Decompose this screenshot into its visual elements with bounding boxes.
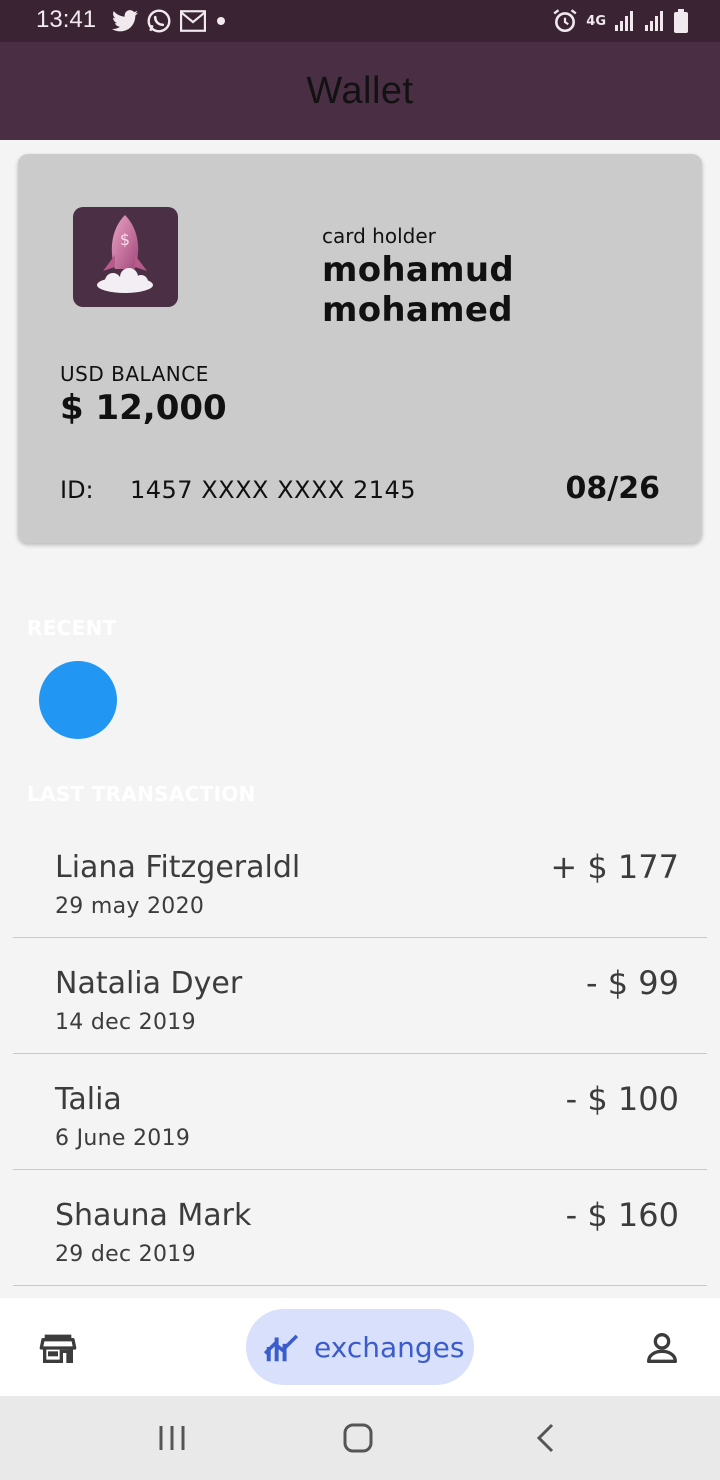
exchanges-chart-icon (263, 1334, 299, 1362)
transaction-name: Liana Fitzgeraldl (55, 850, 301, 885)
nav-exchanges-label: exchanges (314, 1330, 465, 1364)
transaction-name: Shauna Mark (55, 1198, 252, 1233)
transaction-name: Talia (55, 1082, 122, 1117)
transaction-amount: - $ 160 (565, 1196, 679, 1234)
card-holder-label: card holder (322, 224, 436, 248)
nav-exchanges-button[interactable]: exchanges (246, 1309, 474, 1385)
transaction-amount: + $ 177 (550, 848, 679, 886)
whatsapp-icon (147, 9, 171, 33)
home-button[interactable] (338, 1418, 378, 1458)
card-holder-name: mohamud mohamed (322, 250, 515, 330)
nav-store-button[interactable] (38, 1328, 78, 1368)
network-type: 4G (586, 13, 606, 29)
transaction-row[interactable]: Shauna Mark 29 dec 2019 - $ 160 (13, 1170, 707, 1286)
recent-apps-icon (159, 1426, 185, 1450)
transaction-date: 14 dec 2019 (55, 1010, 196, 1035)
bottom-navigation: exchanges (0, 1298, 720, 1396)
page-title: Wallet (306, 69, 414, 112)
home-icon (343, 1423, 373, 1453)
status-bar: 13:41 4G (0, 0, 720, 42)
transaction-amount: - $ 100 (565, 1080, 679, 1118)
battery-icon (674, 9, 688, 33)
system-navigation-bar (0, 1396, 720, 1480)
transaction-date: 29 dec 2019 (55, 1242, 196, 1267)
transaction-row[interactable]: Talia 6 June 2019 - $ 100 (13, 1054, 707, 1170)
transaction-date: 29 may 2020 (55, 894, 205, 919)
transaction-name: Natalia Dyer (55, 966, 243, 1001)
app-bar: Wallet (0, 42, 720, 140)
transaction-amount: - $ 99 (586, 964, 679, 1002)
dot-icon (217, 17, 225, 25)
alarm-icon (553, 9, 577, 33)
balance-label: USD BALANCE (60, 362, 209, 386)
transaction-row[interactable]: Liana Fitzgeraldl 29 may 2020 + $ 177 (13, 822, 707, 938)
person-icon (647, 1333, 677, 1363)
balance-value: $ 12,000 (60, 388, 227, 428)
back-icon (536, 1423, 554, 1453)
svg-text:$: $ (120, 230, 130, 249)
card-id-number: 1457 XXXX XXXX 2145 (130, 476, 417, 504)
status-time: 13:41 (36, 6, 97, 33)
transaction-row[interactable]: Natalia Dyer 14 dec 2019 - $ 99 (13, 938, 707, 1054)
recent-heading: RECENT (27, 616, 117, 640)
twitter-icon (112, 10, 138, 32)
signal-icon (615, 11, 633, 31)
signal-icon (645, 11, 663, 31)
back-button[interactable] (526, 1418, 566, 1458)
store-icon (39, 1334, 77, 1363)
rocket-dollar-icon: $ (73, 207, 178, 307)
recent-contact-avatar[interactable] (39, 661, 117, 739)
card-expiry: 08/26 (565, 471, 660, 506)
gmail-icon (180, 10, 206, 32)
nav-profile-button[interactable] (642, 1328, 682, 1368)
transaction-date: 6 June 2019 (55, 1126, 191, 1151)
card-id-label: ID: (60, 476, 94, 504)
wallet-card[interactable]: $ card holder mohamud mohamed USD BALANC… (18, 154, 702, 543)
last-transaction-heading: LAST TRANSACTION (27, 782, 256, 806)
recent-apps-button[interactable] (152, 1418, 192, 1458)
